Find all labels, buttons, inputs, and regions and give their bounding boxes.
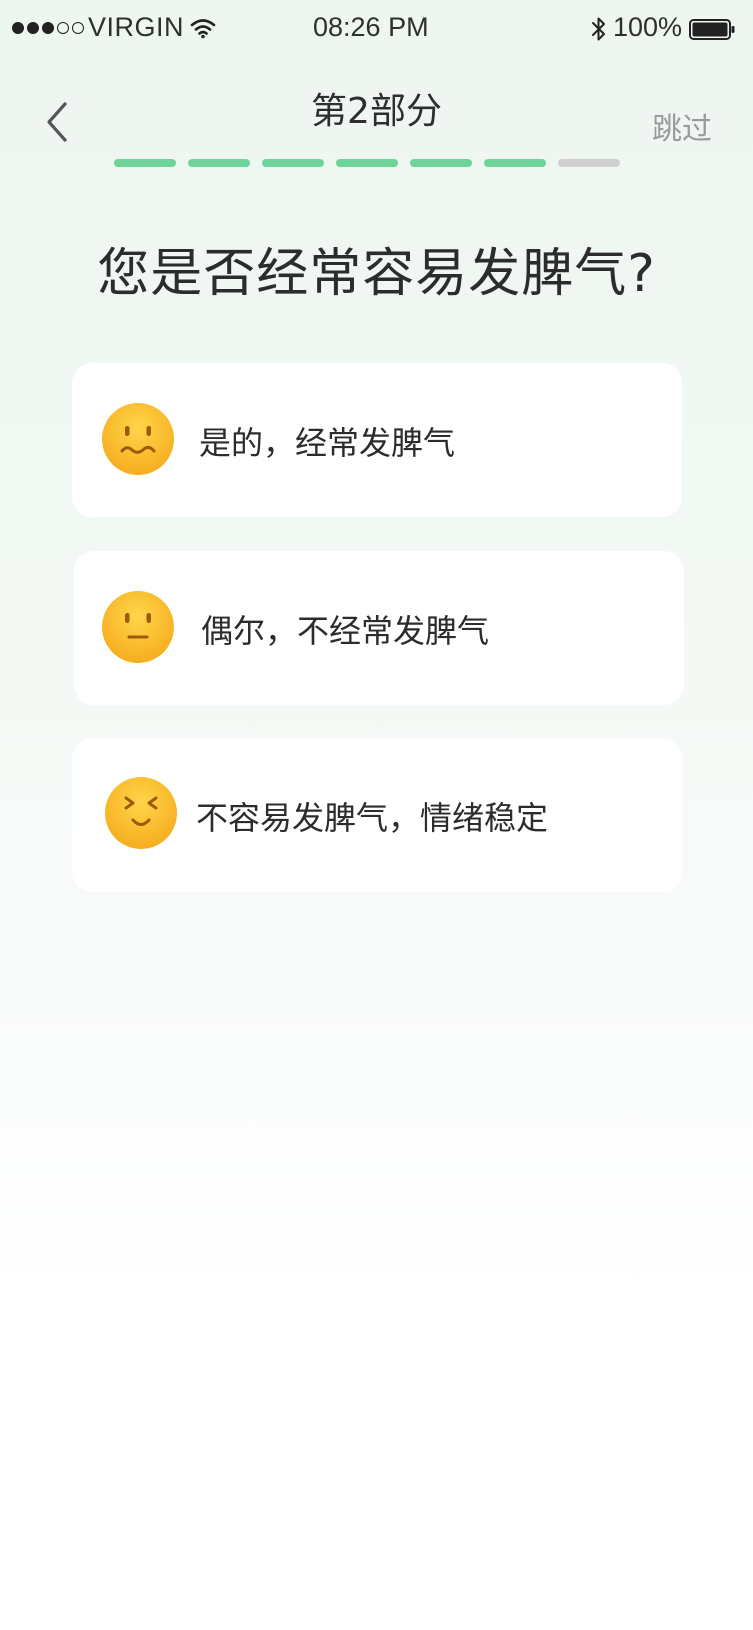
page-title: 第2部分 [311, 91, 442, 132]
progress-segment [558, 159, 620, 167]
wifi-icon [190, 19, 216, 39]
progress-segment [114, 159, 176, 167]
signal-dot [72, 22, 84, 34]
option-label: 偶尔，不经常发脾气 [201, 612, 490, 650]
option-label: 不容易发脾气，情绪稳定 [196, 799, 549, 837]
progress-segment [336, 159, 398, 167]
status-time: 08:26 PM [313, 12, 429, 42]
worried-face-icon [102, 403, 174, 475]
happy-face-icon [105, 777, 177, 849]
battery-percentage: 100% [613, 12, 683, 42]
option-occasionally-angry[interactable]: 偶尔，不经常发脾气 [74, 551, 684, 705]
option-often-angry[interactable]: 是的，经常发脾气 [72, 363, 682, 517]
signal-dot [57, 22, 69, 34]
skip-button[interactable]: 跳过 [652, 104, 712, 148]
signal-dot [42, 22, 54, 34]
progress-segment [410, 159, 472, 167]
progress-segment [262, 159, 324, 167]
progress-bar [114, 159, 620, 167]
progress-segment [484, 159, 546, 167]
neutral-face-icon [102, 591, 174, 663]
battery-icon [689, 19, 735, 40]
signal-dot [27, 22, 39, 34]
progress-segment [188, 159, 250, 167]
status-bar: VIRGIN 08:26 PM 100% [0, 0, 753, 58]
signal-strength-icon [12, 22, 84, 34]
option-stable-mood[interactable]: 不容易发脾气，情绪稳定 [72, 738, 682, 892]
question-text: 您是否经常容易发脾气? [97, 244, 656, 304]
signal-dot [12, 22, 24, 34]
option-label: 是的，经常发脾气 [199, 424, 456, 462]
carrier-name: VIRGIN [88, 12, 185, 42]
bluetooth-icon [592, 17, 605, 41]
